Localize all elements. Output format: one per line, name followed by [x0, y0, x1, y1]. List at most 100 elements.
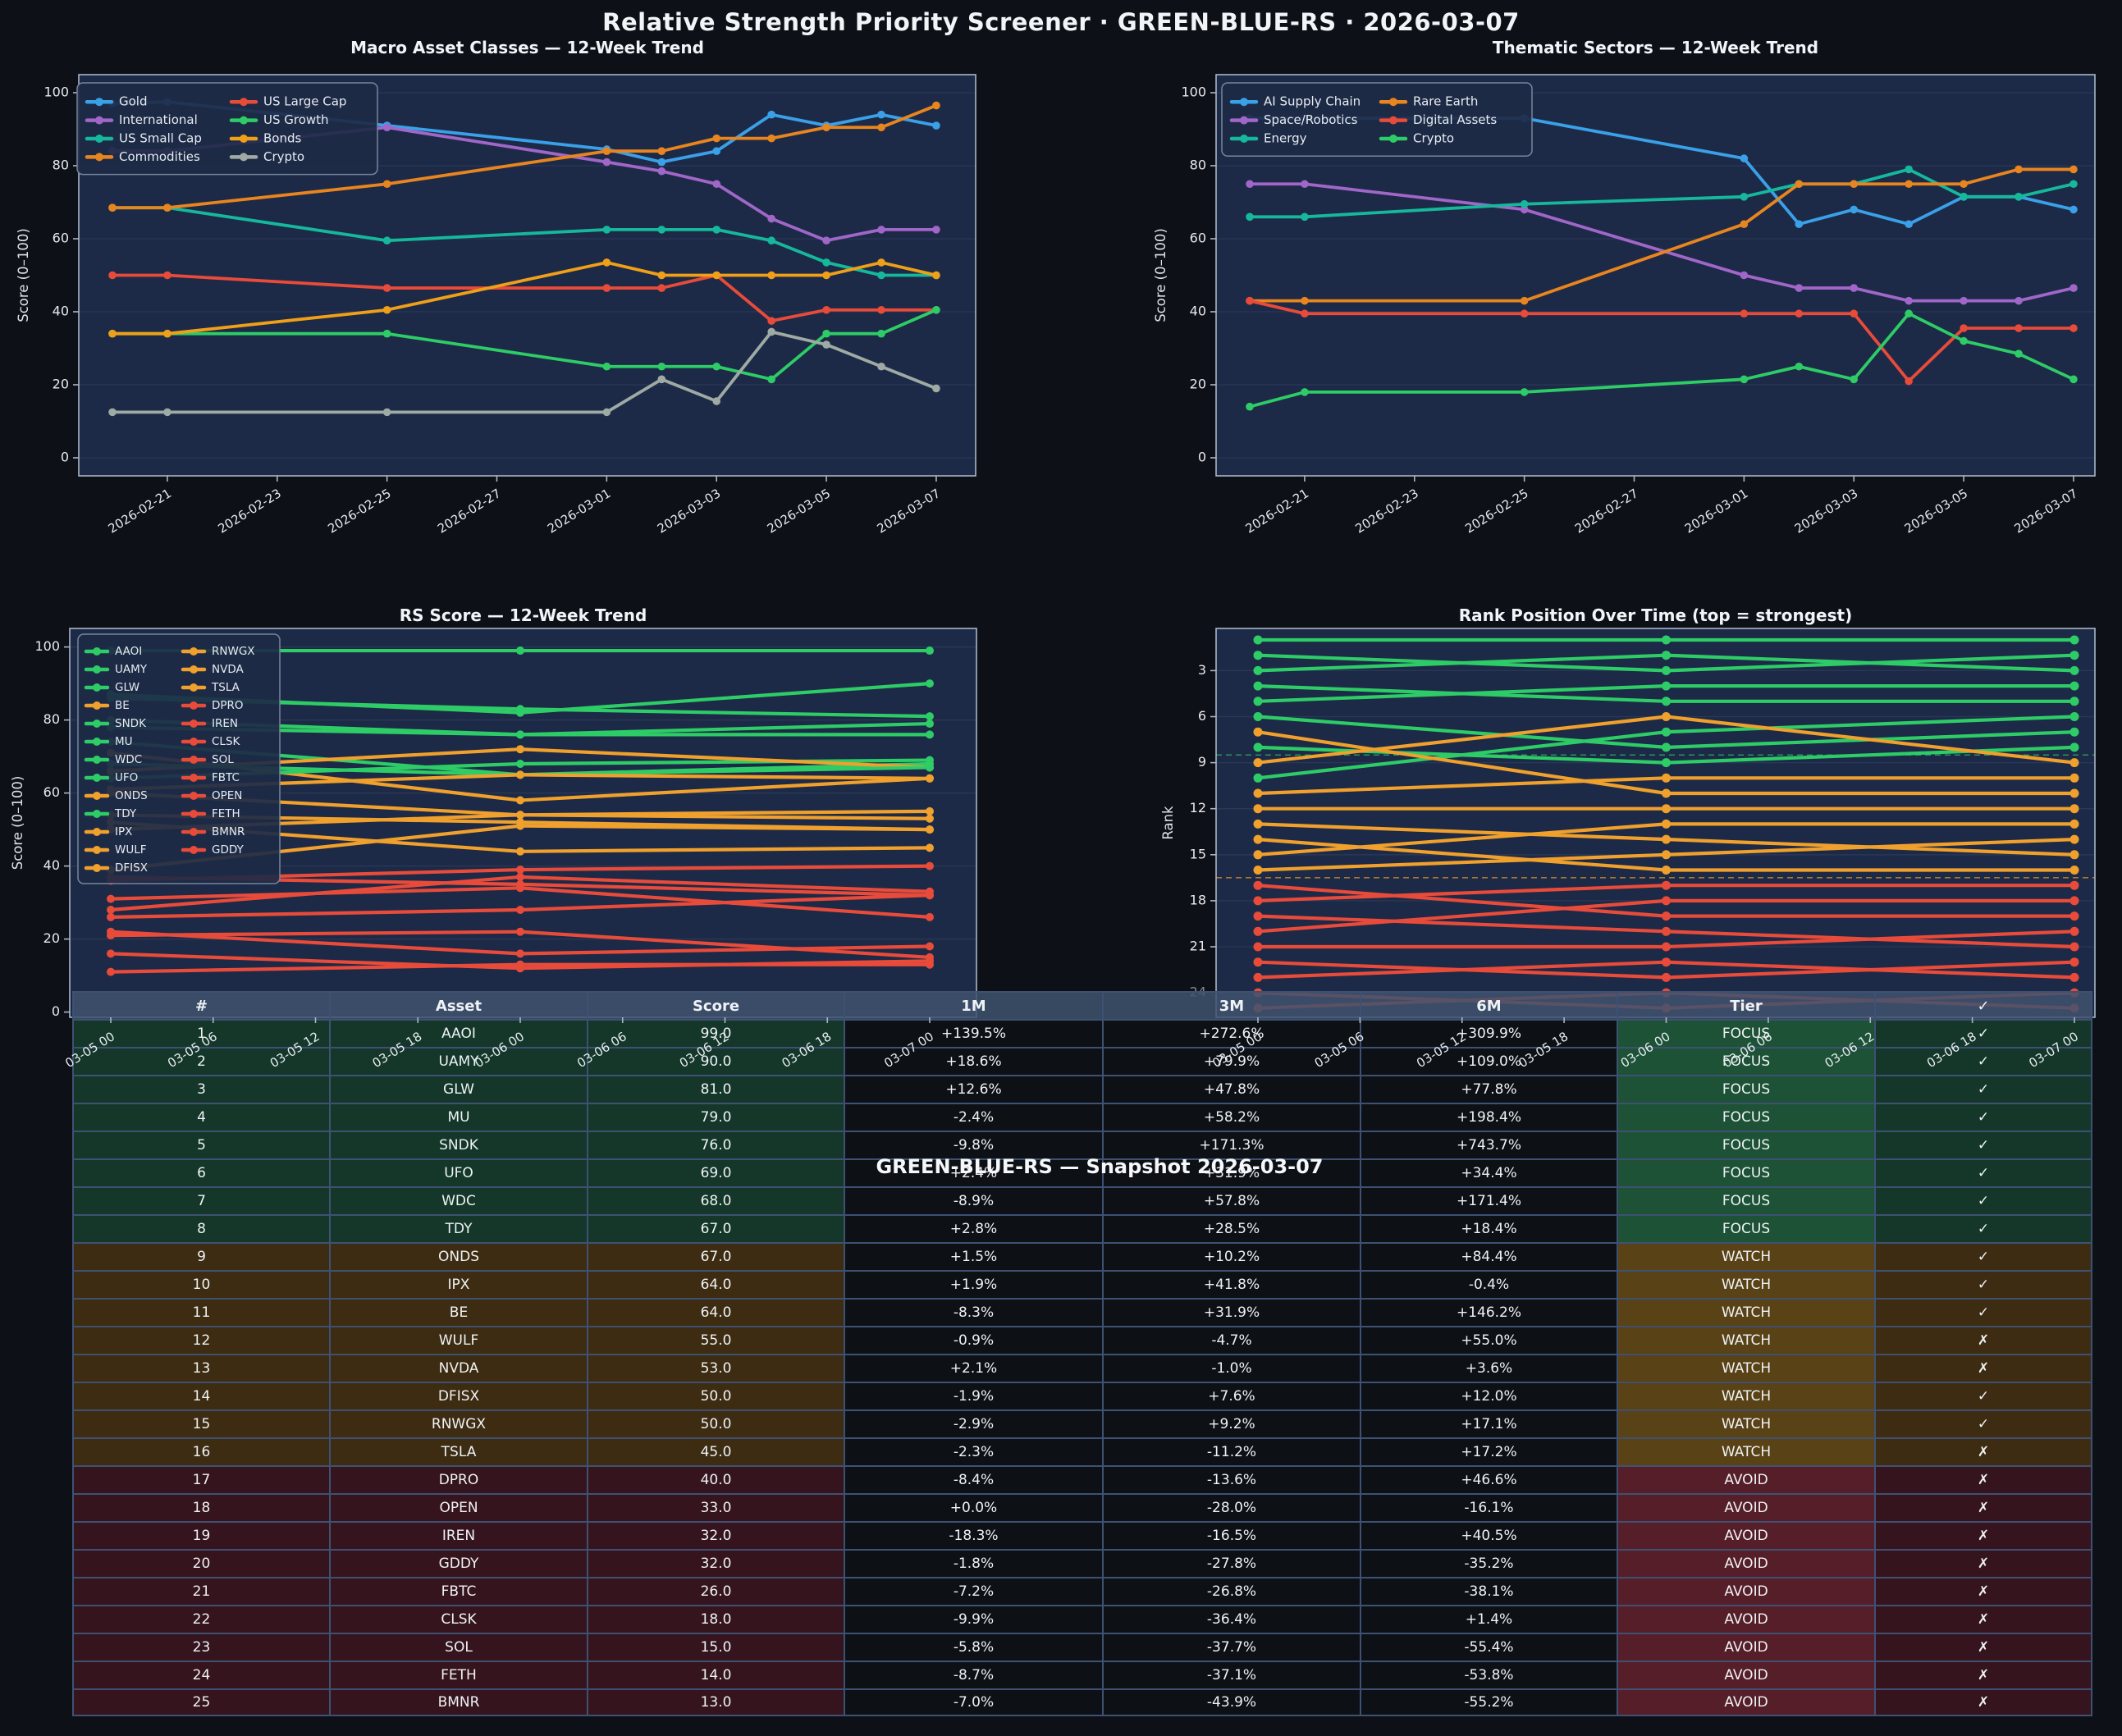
cell-rank: 4 — [72, 1104, 329, 1131]
legend-label: GDDY — [212, 843, 245, 857]
cell-rank: 21 — [72, 1578, 329, 1605]
cell-rank: 14 — [72, 1383, 329, 1409]
legend-label: BMNR — [212, 825, 245, 838]
legend-label: Space/Robotics — [1264, 112, 1358, 127]
series-bmnr-marker — [516, 960, 524, 969]
series-crypto-marker — [602, 408, 611, 417]
cell-check: ✓ — [1874, 1048, 2092, 1075]
table-row: 4 MU 79.0 -2.4% +58.2% +198.4% FOCUS ✓ — [72, 1103, 2092, 1131]
cell-1m: +0.0% — [844, 1495, 1102, 1521]
y-tick-label: 15 — [1190, 846, 1206, 861]
legend-marker-dot — [190, 756, 198, 764]
legend-marker-dot — [95, 135, 103, 143]
rank-series-dfisx-marker — [1662, 850, 1671, 860]
legend-marker-dot — [240, 153, 248, 162]
series-international-marker — [712, 180, 721, 189]
cell-asset: CLSK — [329, 1606, 587, 1633]
table-row: 22 CLSK 18.0 -9.9% -36.4% +1.4% AVOID ✗ — [72, 1605, 2092, 1633]
legend-label: DFISX — [115, 861, 148, 875]
cell-score: 50.0 — [587, 1411, 844, 1437]
legend-label: US Small Cap — [119, 131, 202, 146]
series-digital-assets-marker — [1850, 309, 1859, 318]
cell-3m: -37.1% — [1102, 1662, 1360, 1688]
table-row: 23 SOL 15.0 -5.8% -37.7% -55.4% AVOID ✗ — [72, 1633, 2092, 1661]
y-tick-label: 3 — [1198, 662, 1206, 678]
rank-series-open-marker — [2069, 896, 2079, 906]
series-digital-assets-marker — [1301, 309, 1309, 318]
series-commodities-marker — [932, 101, 940, 110]
cell-tier: WATCH — [1617, 1300, 1874, 1326]
series-crypto-marker — [932, 384, 940, 393]
legend-label: SNDK — [115, 717, 147, 730]
series-international-marker — [767, 214, 775, 223]
header-cell-check: ✓ — [1874, 993, 2092, 1019]
series-digital-assets-marker — [1905, 377, 1913, 386]
cell-tier: AVOID — [1617, 1662, 1874, 1688]
series-rnwgx-marker — [926, 825, 934, 834]
series-sol-marker — [516, 927, 524, 936]
cell-tier: FOCUS — [1617, 1216, 1874, 1242]
rank-series-wulf-marker — [2069, 804, 2079, 814]
cell-6m: -35.2% — [1360, 1551, 1617, 1577]
table-row: 14 DFISX 50.0 -1.9% +7.6% +12.0% WATCH ✓ — [72, 1382, 2092, 1409]
series-gddy-marker — [107, 912, 115, 921]
series-commodities-marker — [108, 203, 117, 212]
series-ufo-marker — [926, 756, 934, 765]
table-row: 15 RNWGX 50.0 -2.9% +9.2% +17.1% WATCH ✓ — [72, 1409, 2092, 1437]
cell-3m: -36.4% — [1102, 1606, 1360, 1633]
cell-score: 81.0 — [587, 1076, 844, 1103]
rank-series-glw-marker — [1662, 651, 1671, 660]
cell-rank: 18 — [72, 1495, 329, 1521]
series-tsla-marker — [516, 847, 524, 856]
legend-label: DPRO — [212, 699, 244, 712]
rank-series-dpro-marker — [1662, 880, 1671, 890]
cell-rank: 1 — [72, 1021, 329, 1047]
cell-3m: -16.5% — [1102, 1523, 1360, 1549]
series-commodities-marker — [822, 123, 830, 132]
rank-series-tsla-marker — [2069, 866, 2079, 875]
rank-series-nvda-marker — [1662, 819, 1671, 829]
cell-score: 32.0 — [587, 1551, 844, 1577]
cell-tier: AVOID — [1617, 1523, 1874, 1549]
y-tick-label: 20 — [53, 377, 69, 392]
table-row: 16 TSLA 45.0 -2.3% -11.2% +17.2% WATCH ✗ — [72, 1437, 2092, 1465]
series-gddy-marker — [926, 891, 934, 900]
y-tick-label: 9 — [1198, 754, 1206, 770]
series-sol-marker — [107, 931, 115, 940]
cell-rank: 25 — [72, 1690, 329, 1715]
rank-series-nvda-marker — [1253, 850, 1263, 860]
cell-1m: +18.6% — [844, 1048, 1102, 1075]
cell-tier: FOCUS — [1617, 1188, 1874, 1214]
series-us-small-cap-marker — [602, 226, 611, 234]
rank-series-gddy-marker — [1662, 942, 1671, 952]
table-row: 5 SNDK 76.0 -9.8% +171.3% +743.7% FOCUS ✓ — [72, 1131, 2092, 1158]
cell-6m: -16.1% — [1360, 1495, 1617, 1521]
legend-marker-dot — [190, 647, 198, 656]
rank-series-ufo-marker — [1253, 773, 1263, 783]
series-digital-assets-marker — [1246, 296, 1254, 305]
legend-label: International — [119, 112, 198, 127]
legend-label: Crypto — [263, 149, 304, 164]
cell-score: 67.0 — [587, 1216, 844, 1242]
header-cell-check: # — [72, 993, 329, 1019]
cell-6m: +1.4% — [1360, 1606, 1617, 1633]
cell-tier: WATCH — [1617, 1411, 1874, 1437]
series-nvda-marker — [926, 814, 934, 823]
rank-series-be-marker — [2069, 788, 2079, 798]
series-bonds-marker — [932, 271, 940, 280]
legend-marker-dot — [93, 647, 101, 656]
y-tick-label: 60 — [53, 231, 69, 246]
cell-score: 33.0 — [587, 1495, 844, 1521]
series-us-growth-marker — [382, 329, 391, 338]
legend-label: FBTC — [212, 771, 240, 784]
rank-series-mu-marker — [1662, 681, 1671, 691]
cell-check: ✗ — [1874, 1690, 2092, 1715]
cell-tier: WATCH — [1617, 1355, 1874, 1382]
series-tdy-marker — [926, 763, 934, 772]
legend-label: IREN — [212, 717, 238, 730]
y-tick-label: 20 — [1190, 377, 1206, 392]
cell-asset: NVDA — [329, 1355, 587, 1382]
series-commodities-marker — [767, 134, 775, 143]
series-space-robotics-marker — [1301, 180, 1309, 189]
series-commodities-marker — [382, 180, 391, 189]
